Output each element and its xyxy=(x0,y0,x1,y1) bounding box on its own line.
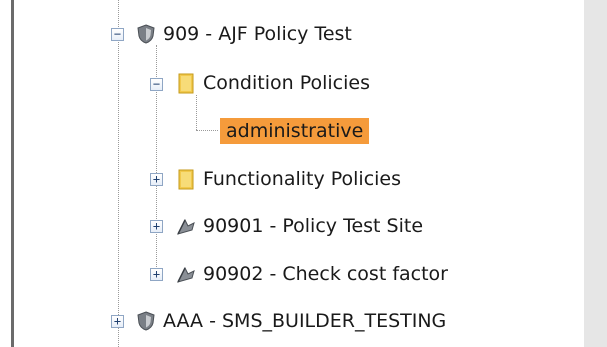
expander-90902[interactable]: + xyxy=(150,268,163,281)
vertical-scrollbar[interactable] xyxy=(584,0,607,347)
node-label: Functionality Policies xyxy=(203,168,402,190)
tree-node-aaa-sms-builder-testing[interactable]: AAA - SMS_BUILDER_TESTING xyxy=(135,307,446,335)
node-label-selected: administrative xyxy=(220,118,370,144)
tree-guide-condition xyxy=(196,95,197,130)
node-label: Condition Policies xyxy=(203,72,370,94)
flag-icon xyxy=(175,263,197,285)
shield-icon xyxy=(135,310,157,332)
tree-connector-admin xyxy=(196,130,218,131)
tree-node-90901-policy-test-site[interactable]: 90901 - Policy Test Site xyxy=(175,212,423,240)
tree-node-909-ajf-policy-test[interactable]: 909 - AJF Policy Test xyxy=(135,20,352,48)
expander-90901[interactable]: + xyxy=(150,220,163,233)
tree-node-functionality-policies[interactable]: Functionality Policies xyxy=(175,165,401,193)
tree-node-90902-check-cost-factor[interactable]: 90902 - Check cost factor xyxy=(175,260,448,288)
expander-functionality-policies[interactable]: + xyxy=(150,173,163,186)
tree-node-condition-policies[interactable]: Condition Policies xyxy=(175,69,370,97)
node-label: 90901 - Policy Test Site xyxy=(203,215,424,237)
flag-icon xyxy=(175,215,197,237)
shield-icon xyxy=(135,23,157,45)
expander-909[interactable]: − xyxy=(111,28,124,41)
folder-icon xyxy=(175,72,197,94)
tree-node-administrative[interactable]: administrative xyxy=(220,117,370,145)
node-label: 909 - AJF Policy Test xyxy=(163,23,352,45)
expander-aaa[interactable]: + xyxy=(111,315,124,328)
tree-guide-root xyxy=(118,0,119,347)
tree-left-border xyxy=(0,0,14,347)
folder-icon xyxy=(175,168,197,190)
expander-condition-policies[interactable]: − xyxy=(150,78,163,91)
node-label: AAA - SMS_BUILDER_TESTING xyxy=(163,310,447,332)
node-label: 90902 - Check cost factor xyxy=(203,263,448,285)
